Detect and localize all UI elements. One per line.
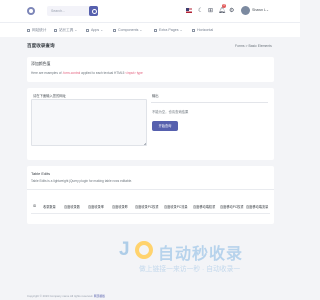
card-divider xyxy=(27,189,274,190)
column-header: 百度收录率 xyxy=(88,205,104,209)
nav-item-label: Components ⌄ xyxy=(118,28,143,32)
search-icon[interactable] xyxy=(89,6,98,16)
card-subtitle: Table Edits is a lightweight jQuery plug… xyxy=(31,179,133,183)
footer-text: Copyright © 2023 Company name All rights… xyxy=(27,294,94,298)
nav-item-stats[interactable]: 网站统计 xyxy=(27,28,46,33)
card-title: 添加颜色值 xyxy=(31,61,51,66)
chevron-down-icon[interactable]: ⌄ xyxy=(266,8,269,12)
column-header: 百度收录数 xyxy=(64,205,80,209)
watermark-subtitle: 做上链接一来访一秒 · 自动收录一 xyxy=(139,266,241,273)
column-header: 百度移动端流量 xyxy=(246,205,269,209)
column-header: 百度移动端权重 xyxy=(193,205,216,209)
result-divider xyxy=(151,102,268,103)
logo-icon[interactable] xyxy=(27,7,35,15)
nav-item-label: 站长工具 ⌄ xyxy=(59,28,78,32)
moon-icon[interactable]: ☾ xyxy=(198,7,203,15)
nav-item-components[interactable]: Components ⌄ xyxy=(113,28,142,32)
start-query-button[interactable]: 开始查询 xyxy=(152,121,178,131)
card-description: Here are examples of .form-control appli… xyxy=(31,71,143,75)
dashboard-icon xyxy=(27,28,30,32)
table-header-row: ID 收录数量 百度收录数 百度收录率 百度收录昨 百度收录PC权重 百度收录P… xyxy=(31,202,270,212)
pages-icon xyxy=(154,28,157,32)
main-nav: 网站统计 站长工具 ⌄ Apps ⌄ Components ⌄ Extra Pa… xyxy=(0,22,300,37)
result-text: 不能为空，也请查询结果 xyxy=(152,110,189,114)
breadcrumb[interactable]: Forms > Basic Elements xyxy=(235,44,272,48)
components-icon xyxy=(113,28,116,32)
us-flag-icon[interactable] xyxy=(186,8,192,13)
nav-item-apps[interactable]: Apps ⌄ xyxy=(86,28,103,32)
column-header: 收录数量 xyxy=(43,205,56,209)
nav-item-label: Apps ⌄ xyxy=(91,28,104,32)
description-text: applied to each textual HTML5 xyxy=(81,71,125,75)
query-card: 请在下面输入您的网址 输出 不能为空，也请查询结果 开始查询 xyxy=(27,88,274,160)
watermark-logo-icon xyxy=(135,241,153,259)
search-input[interactable]: Search... xyxy=(51,9,65,13)
apps-icon xyxy=(86,28,89,32)
nav-item-label: 网站统计 xyxy=(32,28,47,32)
nav-item-label: Horizontal xyxy=(197,28,214,32)
nav-item-tools[interactable]: 站长工具 ⌄ xyxy=(54,28,77,33)
footer: Copyright © 2023 Company name All rights… xyxy=(27,294,105,298)
top-bar: Search... ☾ ⊞ 🔔︎ 3 ⚙ Shawn L ⌄ xyxy=(0,0,300,22)
description-text: Here are examples of xyxy=(31,71,62,75)
nav-item-horizontal[interactable]: Horizontal xyxy=(192,28,213,32)
url-input-label: 请在下面输入您的网址 xyxy=(33,94,66,98)
column-header: 百度收录PC权重 xyxy=(135,205,159,209)
url-textarea[interactable] xyxy=(31,99,147,146)
user-name[interactable]: Shawn L xyxy=(252,8,266,12)
page-title: 百度收录查询 xyxy=(27,43,55,48)
notification-badge: 3 xyxy=(222,4,226,8)
column-header: ID xyxy=(33,204,37,208)
column-header: 百度移动PC权重 xyxy=(220,205,244,209)
bell-icon[interactable]: 🔔︎ xyxy=(218,7,226,15)
table-edits-card: Table Edits Table Edits is a lightweight… xyxy=(27,166,274,224)
watermark-title: 自动秒收录 xyxy=(158,246,244,263)
grid-icon[interactable]: ⊞ xyxy=(208,7,213,15)
avatar[interactable] xyxy=(241,6,250,15)
column-header: 百度收录PC流量 xyxy=(164,205,188,209)
color-card: 添加颜色值 Here are examples of .form-control… xyxy=(27,57,274,82)
layout-icon xyxy=(192,28,195,32)
resize-handle[interactable] xyxy=(143,142,146,145)
watermark: J 自动秒收录 做上链接一来访一秒 · 自动收录一 xyxy=(111,238,289,278)
form-control-link[interactable]: .form-control xyxy=(62,71,80,75)
watermark-logo-j: J xyxy=(119,239,130,260)
footer-link[interactable]: 网页模板 xyxy=(94,294,105,298)
nav-item-label: Extra Pages ⌄ xyxy=(159,28,183,32)
column-header: 百度收录昨 xyxy=(112,205,128,209)
search-box[interactable]: Search... xyxy=(47,6,98,16)
tools-icon xyxy=(54,28,57,32)
result-label: 输出 xyxy=(152,94,159,98)
card-title: Table Edits xyxy=(31,171,51,176)
gear-icon[interactable]: ⚙ xyxy=(229,7,234,15)
table-header-divider xyxy=(31,213,270,214)
input-type-link[interactable]: <input> type xyxy=(125,71,143,75)
nav-item-extra-pages[interactable]: Extra Pages ⌄ xyxy=(154,28,183,32)
